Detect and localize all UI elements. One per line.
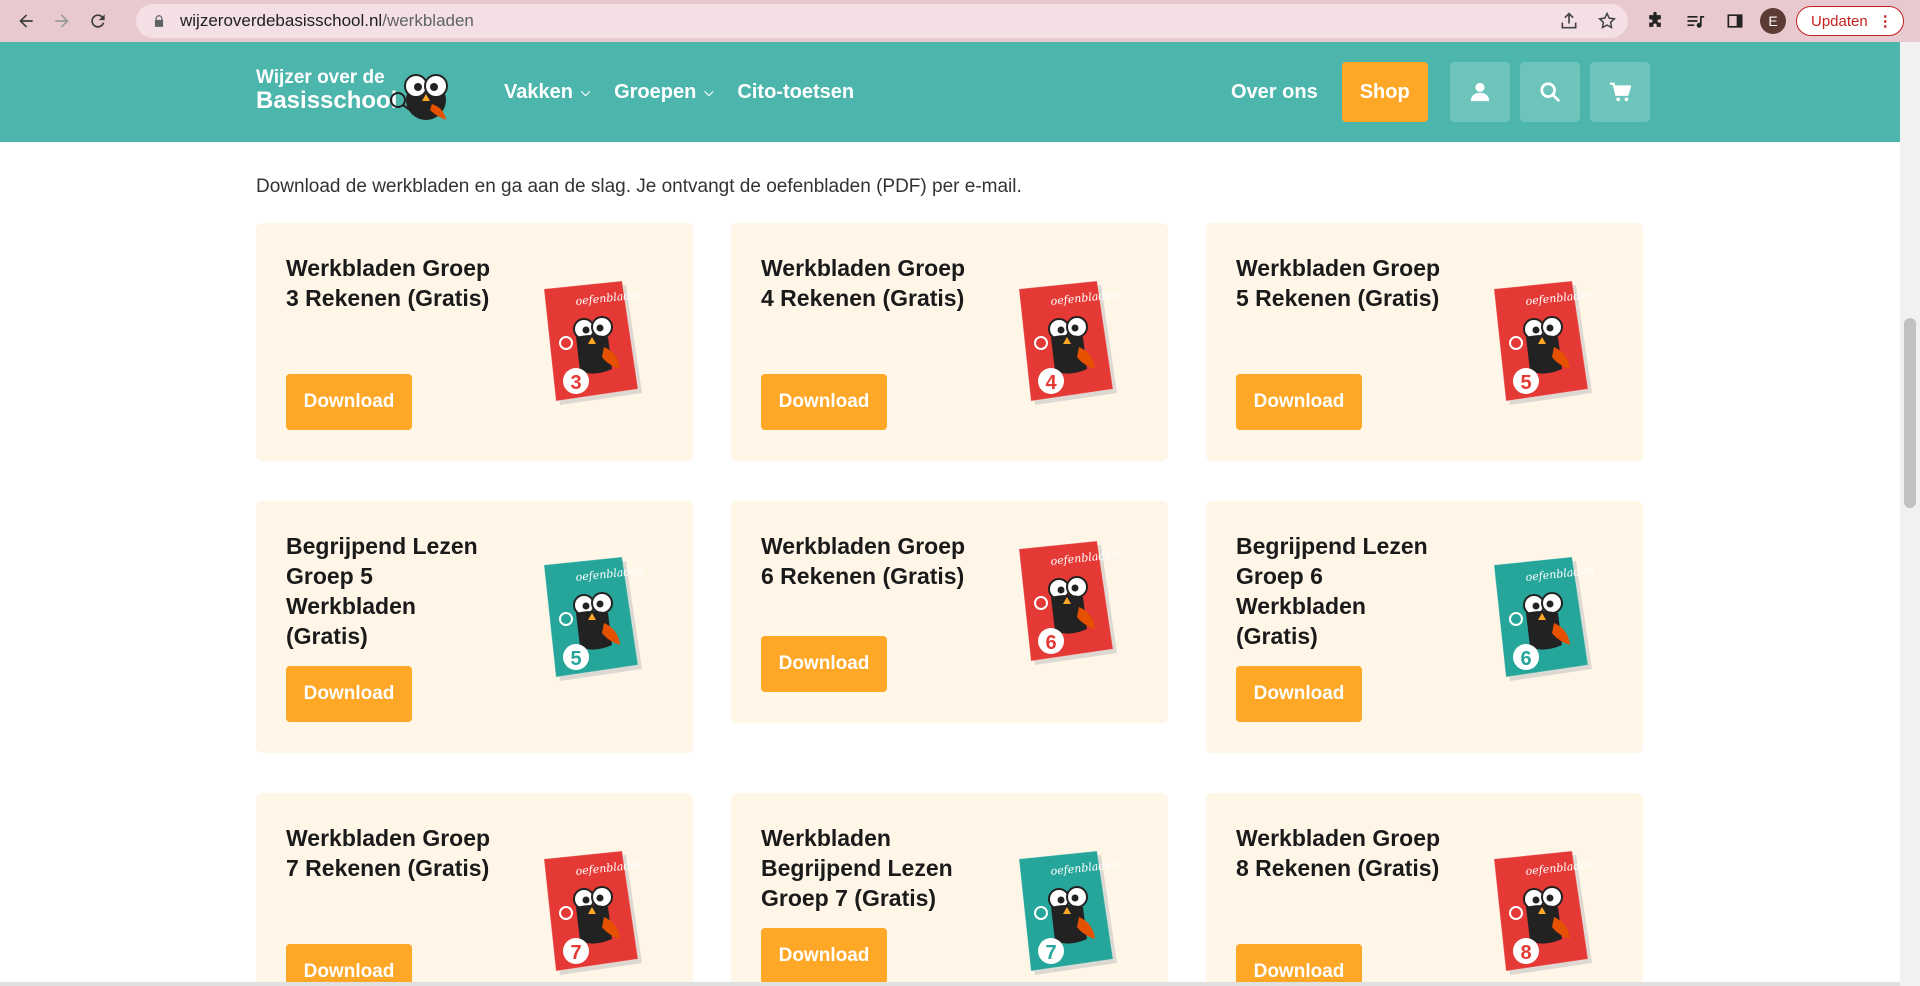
scrollbar-thumb[interactable] xyxy=(1904,318,1916,508)
browser-toolbar: wijzeroverdebasisschool.nl/werkbladen E … xyxy=(0,0,1920,42)
share-icon[interactable] xyxy=(1558,10,1580,32)
search-icon xyxy=(1540,82,1560,103)
extensions-icon[interactable] xyxy=(1640,6,1670,36)
chevron-down-icon: ⌵ xyxy=(580,84,591,99)
side-panel-icon[interactable] xyxy=(1720,6,1750,36)
nav-groepen-label: Groepen xyxy=(614,80,697,103)
update-button[interactable]: Updaten ⋮ xyxy=(1796,6,1904,36)
worksheet-cover-image[interactable]: oefenbladen 7 xyxy=(1001,847,1121,977)
address-bar[interactable]: wijzeroverdebasisschool.nl/werkbladen xyxy=(136,4,1628,38)
nav-cito-label: Cito-toetsen xyxy=(737,80,855,103)
worksheet-card: Werkbladen Groep 3 Rekenen (Gratis) Downl… xyxy=(256,223,693,461)
site-logo[interactable]: Wijzer over de Basisschool xyxy=(256,68,397,113)
card-title[interactable]: Werkbladen Groep 7 Rekenen (Gratis) xyxy=(286,823,501,883)
worksheet-card: Begrijpend Lezen Groep 6 Werkbladen (Gra… xyxy=(1206,501,1643,753)
forward-icon[interactable] xyxy=(44,3,80,39)
update-label: Updaten xyxy=(1811,12,1868,30)
download-button[interactable]: Download xyxy=(1236,944,1362,986)
worksheet-card: Werkbladen Groep 8 Rekenen (Gratis) Downl… xyxy=(1206,793,1643,986)
download-button[interactable]: Download xyxy=(761,636,887,692)
bottom-strip xyxy=(0,982,1900,986)
cart-icon xyxy=(1609,82,1631,102)
main-nav: Vakken ⌵ Groepen ⌵ Cito-toetsen xyxy=(504,42,854,142)
card-title[interactable]: Begrijpend Lezen Groep 6 Werkbladen (Gra… xyxy=(1236,531,1451,651)
worksheet-cover-image[interactable]: oefenbladen 5 xyxy=(526,553,646,683)
chevron-down-icon: ⌵ xyxy=(704,84,714,99)
worksheet-cover-image[interactable]: oefenbladen 6 xyxy=(1476,553,1596,683)
logo-line1: Wijzer over de xyxy=(256,67,385,88)
search-button[interactable] xyxy=(1519,62,1580,122)
page-scrollbar[interactable] xyxy=(1900,42,1920,986)
card-title[interactable]: Werkbladen Groep 5 Rekenen (Gratis) xyxy=(1236,253,1451,313)
url-text: wijzeroverdebasisschool.nl/werkbladen xyxy=(180,11,474,30)
card-title[interactable]: Werkbladen Groep 8 Rekenen (Gratis) xyxy=(1236,823,1451,883)
worksheet-cover-image[interactable]: oefenbladen 8 xyxy=(1476,847,1596,977)
download-button[interactable]: Download xyxy=(1236,374,1362,430)
shop-button[interactable]: Shop xyxy=(1341,62,1428,122)
worksheet-card: Werkbladen Groep 4 Rekenen (Gratis) Downl… xyxy=(731,223,1168,461)
worksheet-cover-image[interactable]: oefenbladen 5 xyxy=(1476,277,1596,407)
download-button[interactable]: Download xyxy=(761,928,887,984)
worksheet-cover-image[interactable]: oefenbladen 7 xyxy=(526,847,646,977)
download-button[interactable]: Download xyxy=(286,666,412,722)
logo-line2: Basisschool xyxy=(256,87,398,114)
card-title[interactable]: Werkbladen Groep 4 Rekenen (Gratis) xyxy=(761,253,976,313)
worksheet-card: Werkbladen Begrijpend Lezen Groep 7 (Gra… xyxy=(731,793,1168,986)
worksheet-cover-image[interactable]: oefenbladen 4 xyxy=(1001,277,1121,407)
download-button[interactable]: Download xyxy=(286,944,412,986)
intro-text: Download de werkbladen en ga aan de slag… xyxy=(256,176,1022,197)
book-number: 7 xyxy=(570,942,581,964)
book-number: 5 xyxy=(1520,372,1531,394)
user-icon xyxy=(1470,82,1489,102)
site-header: Wijzer over de Basisschool Vakken ⌵ Groe… xyxy=(0,42,1900,142)
book-number: 5 xyxy=(570,648,581,670)
account-button[interactable] xyxy=(1449,62,1510,122)
book-number: 7 xyxy=(1045,942,1056,964)
back-icon[interactable] xyxy=(8,3,44,39)
worksheet-card: Werkbladen Groep 7 Rekenen (Gratis) Downl… xyxy=(256,793,693,986)
download-button[interactable]: Download xyxy=(286,374,412,430)
worksheet-cover-image[interactable]: oefenbladen 6 xyxy=(1001,537,1121,667)
book-number: 6 xyxy=(1045,632,1056,654)
book-number: 6 xyxy=(1520,648,1531,670)
profile-avatar[interactable]: E xyxy=(1760,8,1786,34)
download-button[interactable]: Download xyxy=(761,374,887,430)
worksheet-card: Werkbladen Groep 5 Rekenen (Gratis) Downl… xyxy=(1206,223,1643,461)
nav-vakken[interactable]: Vakken ⌵ xyxy=(504,81,590,104)
card-title[interactable]: Begrijpend Lezen Groep 5 Werkbladen (Gra… xyxy=(286,531,501,651)
worksheet-cover-image[interactable]: oefenbladen 3 xyxy=(526,277,646,407)
owl-logo-icon xyxy=(390,74,448,120)
book-number: 3 xyxy=(570,372,581,394)
cart-button[interactable] xyxy=(1589,62,1650,122)
card-title[interactable]: Werkbladen Begrijpend Lezen Groep 7 (Gra… xyxy=(761,823,976,913)
nav-vakken-label: Vakken xyxy=(504,80,573,103)
book-number: 8 xyxy=(1520,942,1531,964)
worksheet-card: Begrijpend Lezen Groep 5 Werkbladen (Gra… xyxy=(256,501,693,753)
reload-icon[interactable] xyxy=(80,3,116,39)
card-title[interactable]: Werkbladen Groep 3 Rekenen (Gratis) xyxy=(286,253,501,313)
nav-groepen[interactable]: Groepen ⌵ xyxy=(614,81,713,104)
book-number: 4 xyxy=(1045,372,1057,394)
media-queue-icon[interactable] xyxy=(1680,6,1710,36)
card-title[interactable]: Werkbladen Groep 6 Rekenen (Gratis) xyxy=(761,531,976,591)
menu-dots-icon: ⋮ xyxy=(1877,13,1893,30)
lock-icon xyxy=(154,15,164,27)
nav-over-ons[interactable]: Over ons xyxy=(1231,81,1318,104)
bookmark-star-icon[interactable] xyxy=(1596,10,1618,32)
download-button[interactable]: Download xyxy=(1236,666,1362,722)
worksheet-card: Werkbladen Groep 6 Rekenen (Gratis) Downl… xyxy=(731,501,1168,723)
nav-cito-toetsen[interactable]: Cito-toetsen xyxy=(737,81,854,104)
